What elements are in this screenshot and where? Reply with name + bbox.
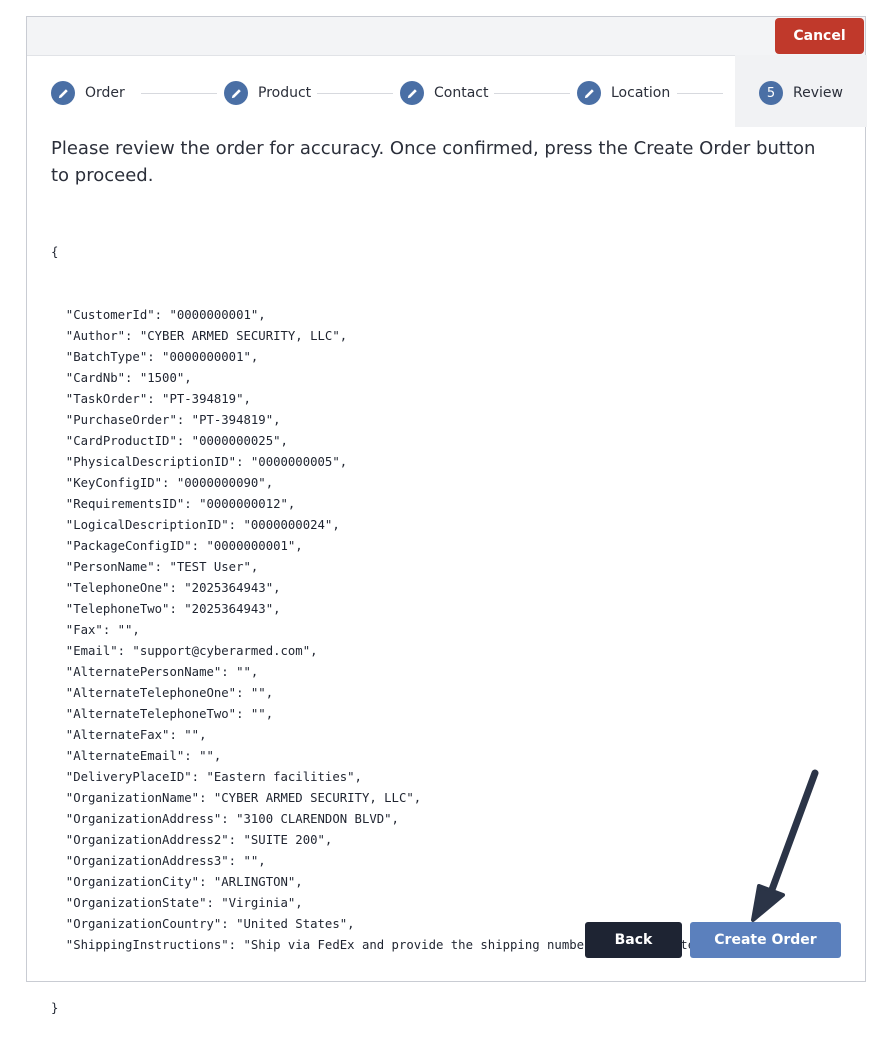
json-close-brace: } xyxy=(51,1001,59,1015)
pencil-icon xyxy=(577,81,601,105)
step-label: Order xyxy=(85,85,125,101)
pencil-icon xyxy=(224,81,248,105)
json-line: "TelephoneOne": "2025364943", xyxy=(51,581,281,595)
json-line: "PersonName": "TEST User", xyxy=(51,560,259,574)
step-connector xyxy=(677,93,723,94)
json-lines: "CustomerId": "0000000001", "Author": "C… xyxy=(51,305,841,956)
json-line: "Author": "CYBER ARMED SECURITY, LLC", xyxy=(51,329,348,343)
json-line: "TaskOrder": "PT-394819", xyxy=(51,392,251,406)
order-wizard-panel: Cancel Order Product Contact Location 5 … xyxy=(26,16,867,1015)
step-order[interactable]: Order xyxy=(51,69,125,117)
step-connector xyxy=(317,93,393,94)
step-contact[interactable]: Contact xyxy=(400,69,488,117)
json-line: "AlternateTelephoneOne": "", xyxy=(51,686,274,700)
json-line: "CardProductID": "0000000025", xyxy=(51,434,288,448)
step-product[interactable]: Product xyxy=(224,69,311,117)
back-button[interactable]: Back xyxy=(585,922,682,958)
json-line: "AlternateTelephoneTwo": "", xyxy=(51,707,274,721)
json-line: "CardNb": "1500", xyxy=(51,371,192,385)
json-line: "AlternateEmail": "", xyxy=(51,749,222,763)
review-instructions: Please review the order for accuracy. On… xyxy=(51,138,816,186)
create-order-button[interactable]: Create Order xyxy=(690,922,841,958)
json-line: "OrganizationCity": "ARLINGTON", xyxy=(51,875,303,889)
json-line: "Fax": "", xyxy=(51,623,140,637)
json-line: "OrganizationAddress": "3100 CLARENDON B… xyxy=(51,812,399,826)
json-line: "CustomerId": "0000000001", xyxy=(51,308,266,322)
step-label: Contact xyxy=(434,85,489,101)
json-open-brace: { xyxy=(51,245,59,259)
step-connector xyxy=(494,93,570,94)
step-number-badge: 5 xyxy=(759,81,783,105)
step-label: Review xyxy=(793,85,843,101)
json-line: "PackageConfigID": "0000000001", xyxy=(51,539,303,553)
json-line: "OrganizationState": "Virginia", xyxy=(51,896,303,910)
step-review[interactable]: 5 Review xyxy=(759,69,843,117)
json-line: "KeyConfigID": "0000000090", xyxy=(51,476,274,490)
step-label: Product xyxy=(258,85,312,101)
pencil-icon xyxy=(51,81,75,105)
json-line: "DeliveryPlaceID": "Eastern facilities", xyxy=(51,770,362,784)
json-line: "TelephoneTwo": "2025364943", xyxy=(51,602,281,616)
wizard-stepper: Order Product Contact Location 5 Review xyxy=(27,55,867,127)
json-line: "OrganizationAddress2": "SUITE 200", xyxy=(51,833,333,847)
json-line: "BatchType": "0000000001", xyxy=(51,350,259,364)
wizard-top-bar: Cancel xyxy=(27,17,865,56)
json-line: "LogicalDescriptionID": "0000000024", xyxy=(51,518,340,532)
json-line: "OrganizationAddress3": "", xyxy=(51,854,266,868)
json-line: "RequirementsID": "0000000012", xyxy=(51,497,296,511)
step-location[interactable]: Location xyxy=(577,69,670,117)
json-line: "PhysicalDescriptionID": "0000000005", xyxy=(51,455,348,469)
json-line: "OrganizationName": "CYBER ARMED SECURIT… xyxy=(51,791,422,805)
json-line: "AlternateFax": "", xyxy=(51,728,207,742)
step-connector xyxy=(141,93,217,94)
json-line: "AlternatePersonName": "", xyxy=(51,665,259,679)
cancel-button[interactable]: Cancel xyxy=(775,18,864,54)
json-line: "Email": "support@cyberarmed.com", xyxy=(51,644,318,658)
step-number: 5 xyxy=(766,85,776,101)
step-label: Location xyxy=(611,85,671,101)
pencil-icon xyxy=(400,81,424,105)
json-line: "PurchaseOrder": "PT-394819", xyxy=(51,413,281,427)
